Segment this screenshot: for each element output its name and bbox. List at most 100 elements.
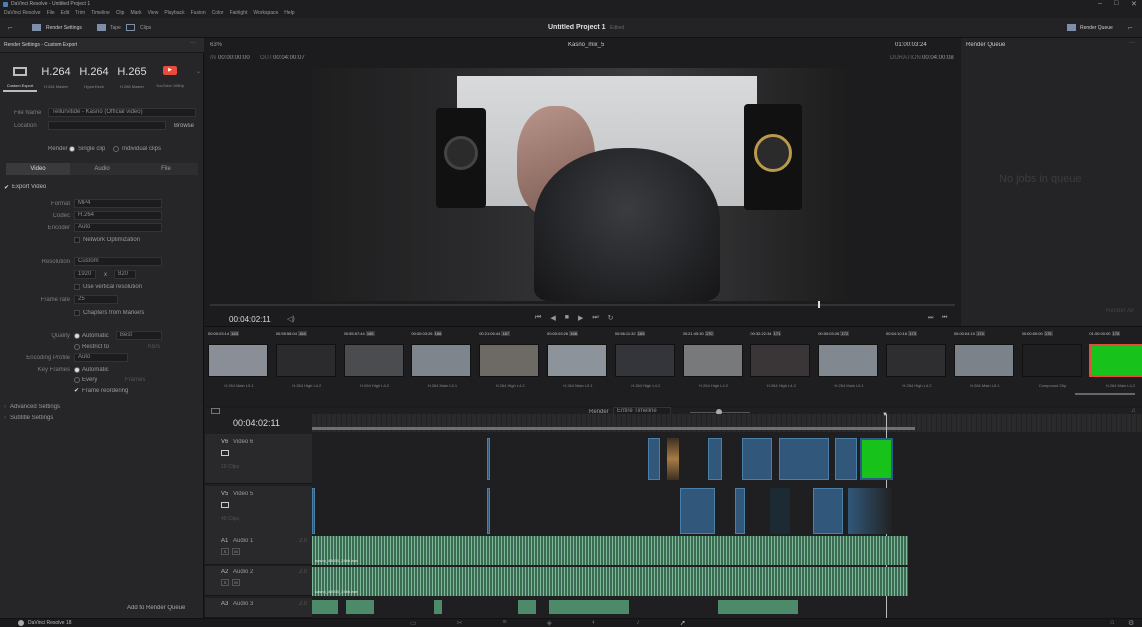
quality-automatic-radio[interactable] — [74, 333, 80, 339]
video-clip[interactable] — [813, 488, 843, 534]
go-to-end-icon[interactable]: ⏭ — [592, 314, 598, 322]
clip-thumbnail[interactable] — [614, 344, 675, 377]
cut-page-icon[interactable]: ✂ — [457, 619, 463, 627]
audio-clip-a3[interactable] — [346, 600, 374, 614]
strip-scrollbar[interactable] — [1075, 393, 1135, 395]
track-name[interactable]: Audio 3 — [233, 601, 253, 607]
menu-item[interactable]: Trim — [75, 10, 85, 16]
clip-thumbnail[interactable] — [818, 344, 879, 377]
fusion-page-icon[interactable]: ◈ — [547, 619, 552, 627]
edit-page-icon[interactable]: ≡ — [503, 619, 507, 627]
encoder-select[interactable]: Auto — [74, 223, 162, 232]
preset-h264-master[interactable]: H.264 H.264 Master — [38, 56, 74, 98]
menu-item[interactable]: Mark — [130, 10, 141, 16]
menu-item[interactable]: Fairlight — [230, 10, 248, 16]
video-clip-thumbnail[interactable] — [667, 438, 679, 480]
mute-button[interactable]: M — [232, 548, 240, 555]
prev-frame-icon[interactable]: ⏭ — [928, 315, 933, 322]
video-clip[interactable] — [779, 438, 829, 480]
menu-item[interactable]: Fusion — [191, 10, 206, 16]
resolution-select[interactable]: Custom — [74, 257, 162, 266]
quality-select[interactable]: Best — [116, 331, 162, 340]
clips-button[interactable]: Clips — [140, 25, 151, 31]
fairlight-page-icon[interactable]: ♪ — [636, 619, 640, 627]
clip-thumbnail[interactable] — [1089, 344, 1142, 377]
resolution-height-input[interactable]: 820 — [114, 270, 136, 279]
add-to-render-queue-button[interactable]: Add to Render Queue — [127, 605, 185, 611]
render-all-button[interactable]: Render All — [1106, 308, 1134, 314]
presets-more-icon[interactable]: ⌄ — [196, 68, 201, 75]
deliver-page-icon[interactable]: ➚ — [680, 619, 686, 627]
reverse-icon[interactable]: ◀ — [550, 314, 555, 322]
preset-custom-export[interactable]: Custom Export — [2, 56, 38, 98]
close-icon[interactable]: ✕ — [1131, 0, 1137, 8]
subtitle-settings-toggle[interactable]: Subtitle Settings — [10, 415, 53, 421]
timeline-name[interactable]: Kasno_mix_5 — [568, 42, 604, 48]
track-monitor-icon[interactable] — [221, 502, 229, 508]
every-radio[interactable] — [74, 377, 80, 383]
menu-item[interactable]: Clip — [116, 10, 125, 16]
zoom-select[interactable]: 63% — [210, 42, 222, 48]
volume-icon[interactable]: ◁) — [287, 315, 295, 323]
audio-clip-a2[interactable] — [312, 567, 908, 596]
preset-hyperdeck[interactable]: H.264 HyperDeck — [76, 56, 112, 98]
video-clip[interactable] — [735, 488, 745, 534]
solo-button[interactable]: S — [221, 579, 229, 586]
chapters-checkbox[interactable] — [74, 310, 80, 316]
menu-item[interactable]: Timeline — [91, 10, 110, 16]
tape-button[interactable]: Tape — [110, 25, 121, 31]
menu-item[interactable]: Playback — [164, 10, 184, 16]
render-queue-button[interactable]: Render Queue — [1080, 25, 1113, 31]
clip-thumbnail[interactable] — [1021, 344, 1082, 377]
audio-clip-a3[interactable] — [518, 600, 536, 614]
menu-item[interactable]: Help — [284, 10, 294, 16]
track-name[interactable]: Video 6 — [233, 439, 253, 445]
go-to-start-icon[interactable]: ⏮ — [535, 314, 541, 322]
menu-item[interactable]: File — [47, 10, 55, 16]
clip-thumbnail[interactable] — [411, 344, 472, 377]
clip-thumbnail[interactable] — [208, 344, 268, 377]
frame-reordering-check-icon[interactable]: ✔ — [74, 387, 79, 394]
workspace-toggle-icon[interactable]: ⌐ — [8, 23, 13, 32]
settings-icon[interactable]: ⚙ — [1128, 619, 1134, 627]
video-clip[interactable] — [708, 438, 722, 480]
media-page-icon[interactable]: ▭ — [410, 619, 417, 627]
audio-clip-a3[interactable] — [549, 600, 629, 614]
tab-video[interactable]: Video — [6, 163, 70, 175]
individual-clips-radio[interactable] — [113, 146, 119, 152]
viewer-scrubber[interactable] — [210, 304, 955, 306]
restrict-to-radio[interactable] — [74, 344, 80, 350]
maximize-icon[interactable]: □ — [1114, 0, 1118, 7]
tab-file[interactable]: File — [134, 163, 198, 175]
track-name[interactable]: Audio 2 — [233, 569, 253, 575]
file-name-input[interactable]: Tellurvitide - Kasno (Official video) — [48, 108, 196, 117]
advanced-settings-toggle[interactable]: Advanced Settings — [10, 404, 60, 410]
single-clip-radio[interactable] — [69, 146, 75, 152]
audio-clip-a3[interactable] — [312, 600, 338, 614]
use-vertical-checkbox[interactable] — [74, 284, 80, 290]
preset-youtube[interactable]: ▶ YouTube 1080p — [152, 56, 188, 98]
browse-button[interactable]: Browse — [174, 123, 194, 129]
play-icon[interactable]: ▶ — [578, 314, 583, 322]
clip-thumbnail[interactable] — [479, 344, 540, 377]
video-clip[interactable] — [487, 438, 490, 480]
encoding-profile-select[interactable]: Auto — [74, 353, 128, 362]
video-clip[interactable] — [680, 488, 715, 534]
audio-clip-a3[interactable] — [434, 600, 442, 614]
loop-icon[interactable]: ↻ — [608, 314, 614, 322]
green-screen-clip[interactable] — [860, 438, 893, 480]
tab-audio[interactable]: Audio — [70, 163, 134, 175]
mute-button[interactable]: M — [232, 579, 240, 586]
render-queue-icon[interactable] — [1067, 24, 1076, 31]
video-clip[interactable] — [835, 438, 857, 480]
format-select[interactable]: MP4 — [74, 199, 162, 208]
solo-button[interactable]: S — [221, 548, 229, 555]
render-settings-button[interactable]: Render Settings — [46, 25, 82, 31]
codec-select[interactable]: H.264 — [74, 211, 162, 220]
next-frame-icon[interactable]: ⏮ — [942, 315, 947, 322]
clip-thumbnail[interactable] — [682, 344, 743, 377]
track-monitor-icon[interactable] — [221, 450, 229, 456]
menu-item[interactable]: Color — [212, 10, 224, 16]
video-clip-thumbnail[interactable] — [848, 488, 892, 534]
clip-thumbnail[interactable] — [886, 344, 946, 377]
